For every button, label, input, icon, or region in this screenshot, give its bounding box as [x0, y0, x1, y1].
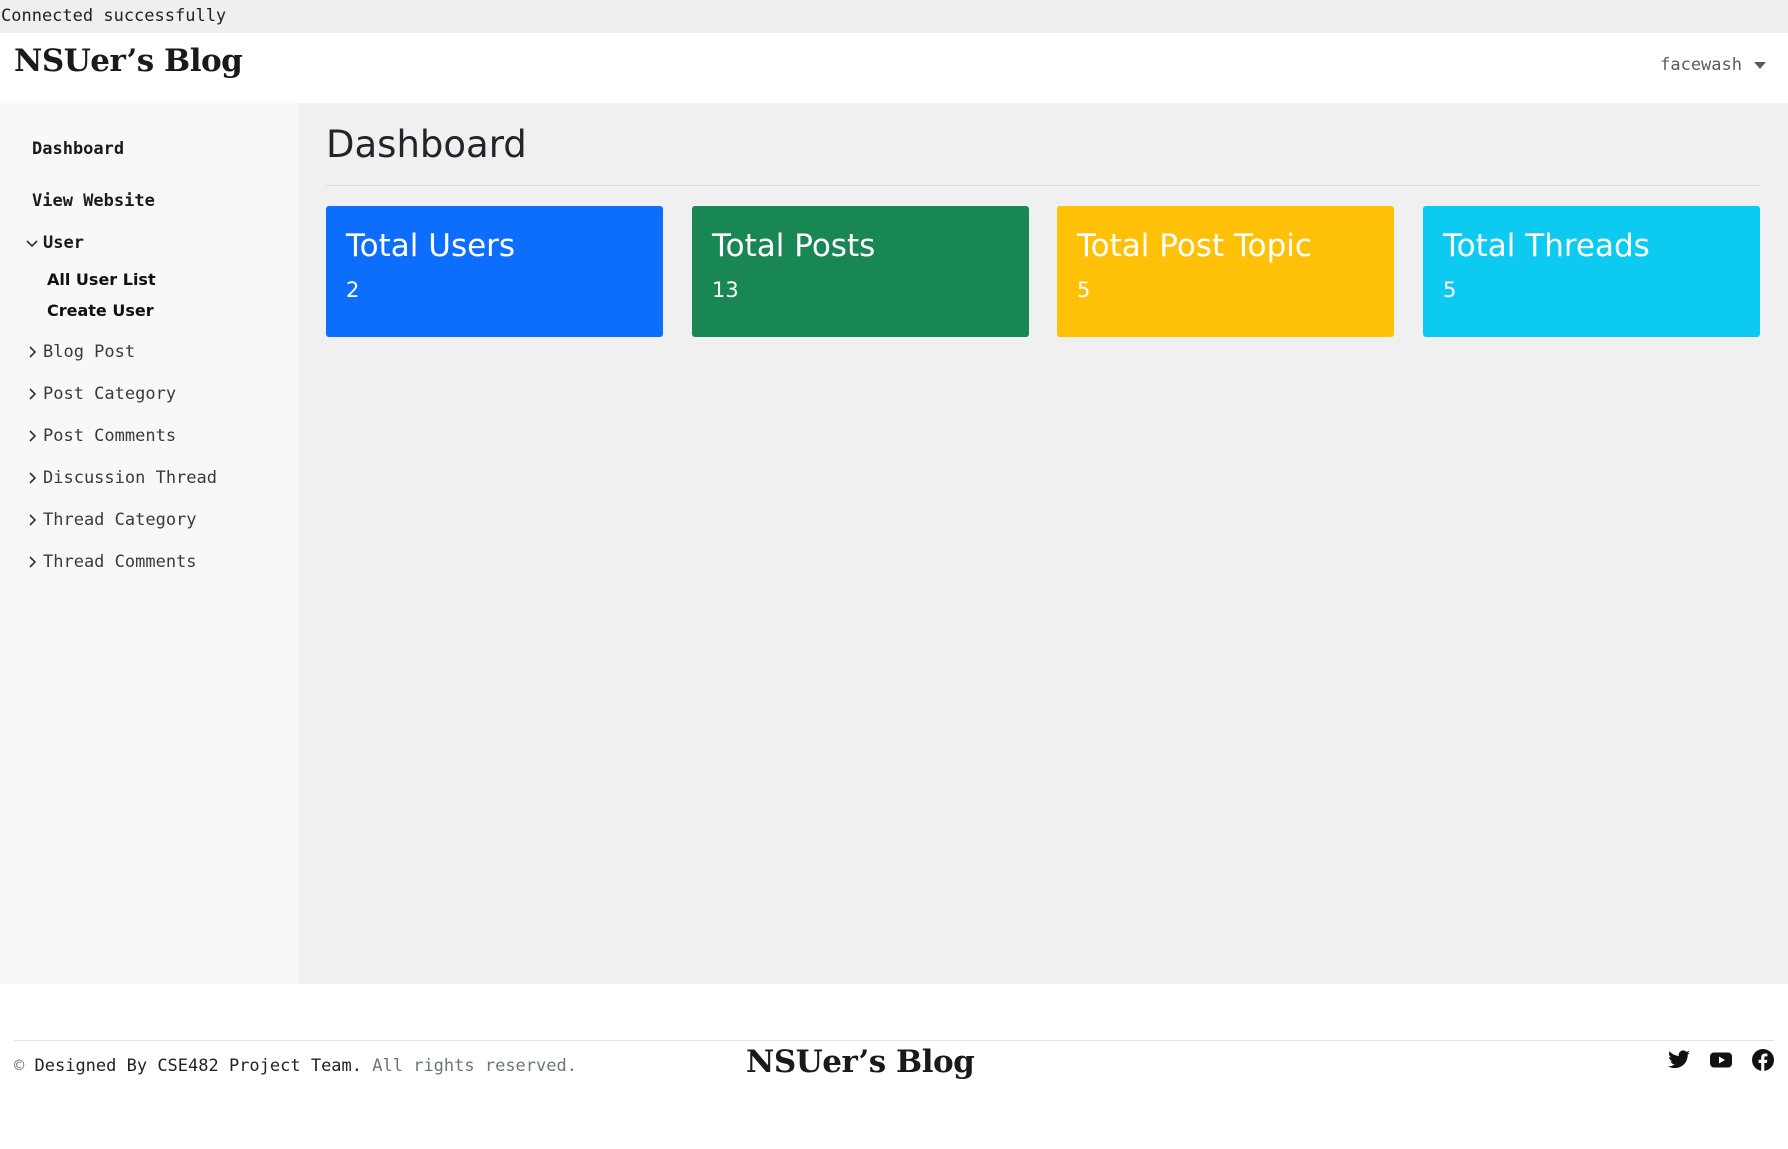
sidebar-group-blog-post[interactable]: Blog Post	[26, 342, 135, 362]
sidebar-group-thread-category[interactable]: Thread Category	[26, 510, 197, 530]
connection-status: Connected successfully	[0, 0, 1788, 33]
stat-card-total-users: Total Users 2	[326, 206, 663, 337]
user-dropdown[interactable]: facewash	[1660, 55, 1766, 75]
brand-logo[interactable]: NSUer’s Blog	[14, 43, 243, 79]
footer-divider	[14, 1040, 1774, 1041]
footer-brand-logo[interactable]: NSUer’s Blog	[746, 1044, 975, 1080]
sidebar-group-user[interactable]: User	[26, 233, 84, 253]
card-title: Total Threads	[1443, 228, 1650, 264]
chevron-right-icon	[29, 556, 37, 568]
sidebar-item-dashboard[interactable]: Dashboard	[32, 139, 124, 159]
title-divider	[326, 185, 1760, 186]
chevron-right-icon	[29, 388, 37, 400]
card-value: 5	[1077, 278, 1091, 302]
chevron-right-icon	[29, 514, 37, 526]
sidebar-group-discussion-thread[interactable]: Discussion Thread	[26, 468, 217, 488]
copyright-symbol: ©	[14, 1056, 25, 1076]
sidebar-group-label: Thread Comments	[43, 552, 197, 572]
chevron-down-icon	[26, 240, 38, 248]
youtube-icon[interactable]	[1709, 1048, 1733, 1072]
card-value: 5	[1443, 278, 1457, 302]
sidebar-group-label: Discussion Thread	[43, 468, 217, 488]
caret-down-icon	[1754, 61, 1766, 69]
sidebar-group-label: Thread Category	[43, 510, 197, 530]
card-value: 2	[346, 278, 360, 302]
designed-by-text: Designed By CSE482 Project Team.	[34, 1056, 363, 1076]
sidebar: Dashboard View Website User All User Lis…	[0, 103, 298, 984]
stat-card-total-posts: Total Posts 13	[692, 206, 1029, 337]
sidebar-group-post-category[interactable]: Post Category	[26, 384, 176, 404]
sidebar-item-view-website[interactable]: View Website	[32, 191, 155, 211]
card-value: 13	[712, 278, 739, 302]
chevron-right-icon	[29, 430, 37, 442]
stat-card-total-threads: Total Threads 5	[1423, 206, 1760, 337]
chevron-right-icon	[29, 346, 37, 358]
chevron-right-icon	[29, 472, 37, 484]
sidebar-group-label: User	[43, 233, 84, 253]
sidebar-group-label: Post Comments	[43, 426, 177, 446]
sidebar-group-label: Post Category	[43, 384, 177, 404]
footer: © Designed By CSE482 Project Team. All r…	[0, 984, 1788, 1149]
card-title: Total Posts	[712, 228, 876, 264]
sidebar-subitem-create-user[interactable]: Create User	[47, 301, 154, 320]
top-navbar: NSUer’s Blog facewash	[0, 33, 1788, 103]
twitter-icon[interactable]	[1667, 1048, 1691, 1072]
stat-card-total-post-topic: Total Post Topic 5	[1057, 206, 1394, 337]
username-label: facewash	[1660, 55, 1742, 75]
copyright-text: © Designed By CSE482 Project Team. All r…	[14, 1056, 577, 1076]
card-title: Total Post Topic	[1077, 228, 1312, 264]
sidebar-group-thread-comments[interactable]: Thread Comments	[26, 552, 197, 572]
sidebar-subitem-all-user-list[interactable]: All User List	[47, 270, 156, 289]
main-content: Dashboard Total Users 2 Total Posts 13 T…	[298, 103, 1788, 984]
card-title: Total Users	[346, 228, 516, 264]
rights-text: All rights reserved.	[372, 1056, 577, 1076]
sidebar-group-label: Blog Post	[43, 342, 136, 362]
facebook-icon[interactable]	[1751, 1048, 1775, 1072]
page-title: Dashboard	[326, 123, 527, 166]
sidebar-group-post-comments[interactable]: Post Comments	[26, 426, 176, 446]
